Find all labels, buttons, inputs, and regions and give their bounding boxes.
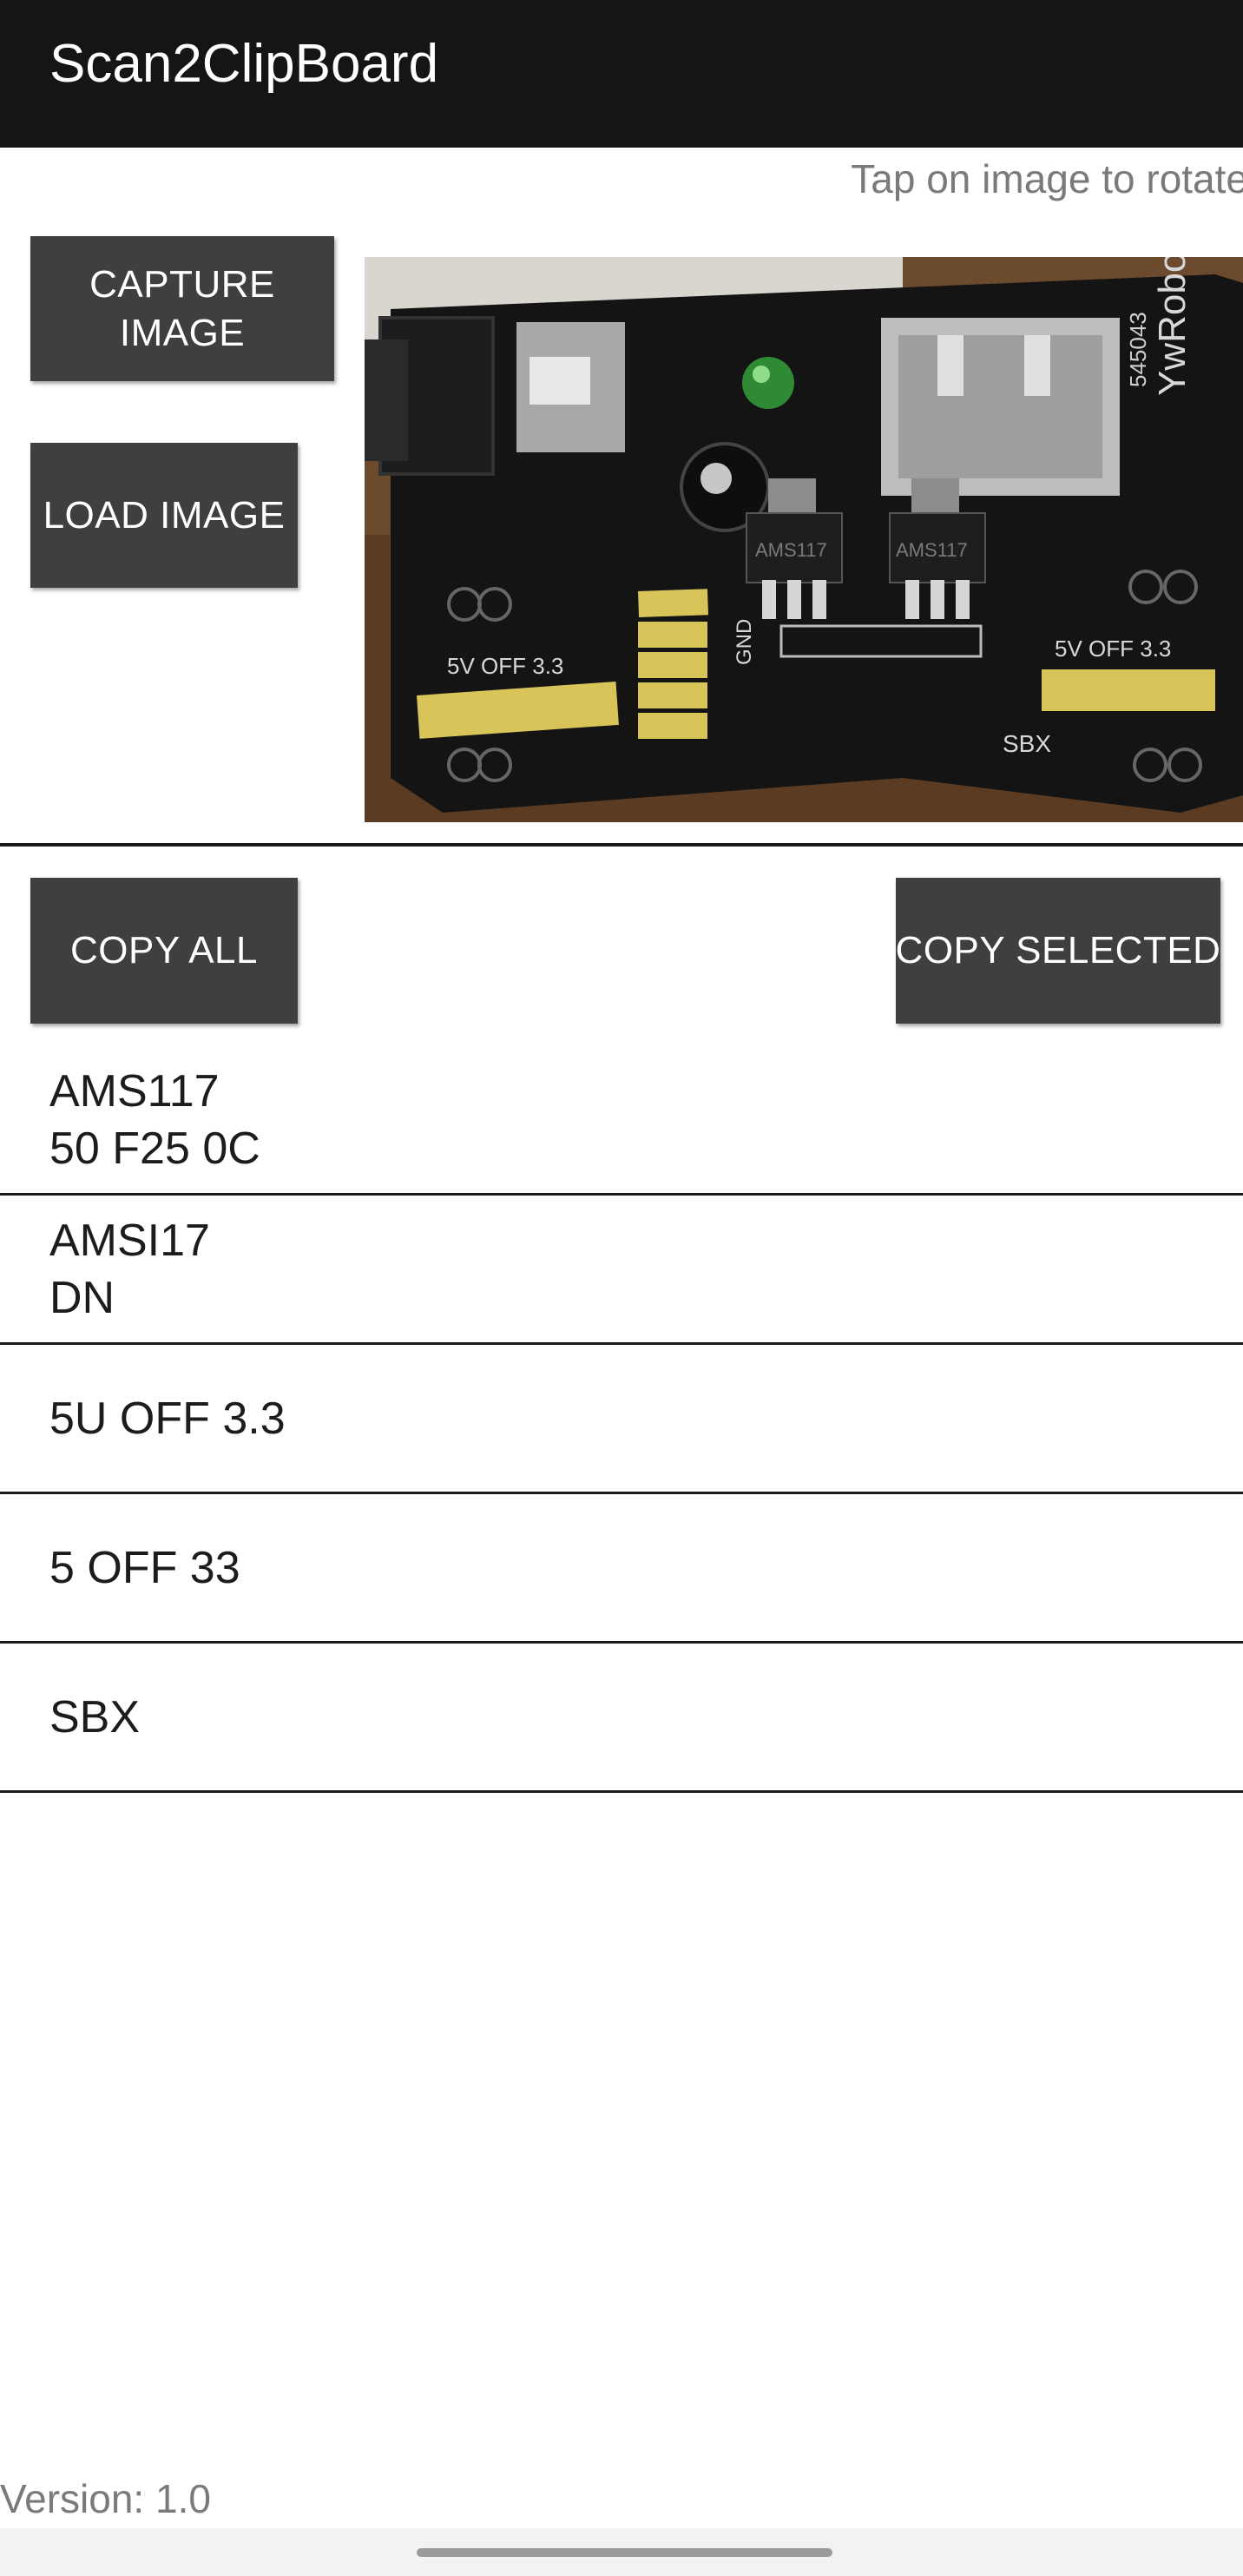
screen: Scan2ClipBoard Tap on image to rotate CA… bbox=[0, 0, 1243, 2576]
list-item[interactable]: SBX bbox=[0, 1644, 1243, 1793]
app-bar: Scan2ClipBoard bbox=[0, 0, 1243, 148]
copy-all-label: COPY ALL bbox=[70, 929, 258, 972]
capture-image-button[interactable]: CAPTURE IMAGE bbox=[30, 236, 334, 381]
board-brand-text: YwRobot bbox=[1151, 257, 1194, 396]
list-item-text: AMSI17 DN bbox=[49, 1215, 210, 1323]
copy-selected-button[interactable]: COPY SELECTED bbox=[896, 878, 1220, 1024]
list-item-text: AMS117 50 F25 0C bbox=[49, 1065, 260, 1174]
load-image-button[interactable]: LOAD IMAGE bbox=[30, 443, 298, 588]
left-jumper-label: 5V OFF 3.3 bbox=[447, 653, 563, 679]
list-item-text: SBX bbox=[49, 1691, 141, 1743]
list-item-text: 5 OFF 33 bbox=[49, 1542, 240, 1593]
regulator-label-2: AMS117 bbox=[896, 539, 968, 561]
list-item[interactable]: AMS117 50 F25 0C bbox=[0, 1046, 1243, 1196]
list-item[interactable]: 5U OFF 3.3 bbox=[0, 1345, 1243, 1494]
load-image-label: LOAD IMAGE bbox=[43, 493, 286, 537]
app-title: Scan2ClipBoard bbox=[49, 34, 439, 94]
copy-selected-label: COPY SELECTED bbox=[895, 929, 1221, 972]
sbx-label: SBX bbox=[1003, 730, 1051, 757]
gnd-label: GND bbox=[733, 619, 756, 665]
list-item[interactable]: 5 OFF 33 bbox=[0, 1494, 1243, 1644]
image-preview[interactable]: YwRobot 545043 AMS117 AMS117 GND 5V OFF … bbox=[365, 257, 1243, 822]
list-item[interactable]: AMSI17 DN bbox=[0, 1196, 1243, 1345]
regulator-label-1: AMS117 bbox=[755, 539, 827, 561]
version-label: Version: 1.0 bbox=[0, 2476, 211, 2521]
board-model-text: 545043 bbox=[1125, 312, 1151, 387]
captured-board-photo: YwRobot 545043 AMS117 AMS117 GND 5V OFF … bbox=[365, 257, 1243, 822]
recognized-text-list: AMS117 50 F25 0C AMSI17 DN 5U OFF 3.3 5 … bbox=[0, 1046, 1243, 1793]
rotate-hint: Tap on image to rotate bbox=[851, 156, 1243, 201]
gesture-handle[interactable] bbox=[417, 2548, 832, 2557]
copy-all-button[interactable]: COPY ALL bbox=[30, 878, 298, 1024]
capture-image-label: CAPTURE IMAGE bbox=[89, 262, 275, 354]
list-item-text: 5U OFF 3.3 bbox=[49, 1393, 286, 1444]
right-jumper-label: 5V OFF 3.3 bbox=[1055, 636, 1171, 662]
section-divider bbox=[0, 843, 1243, 847]
